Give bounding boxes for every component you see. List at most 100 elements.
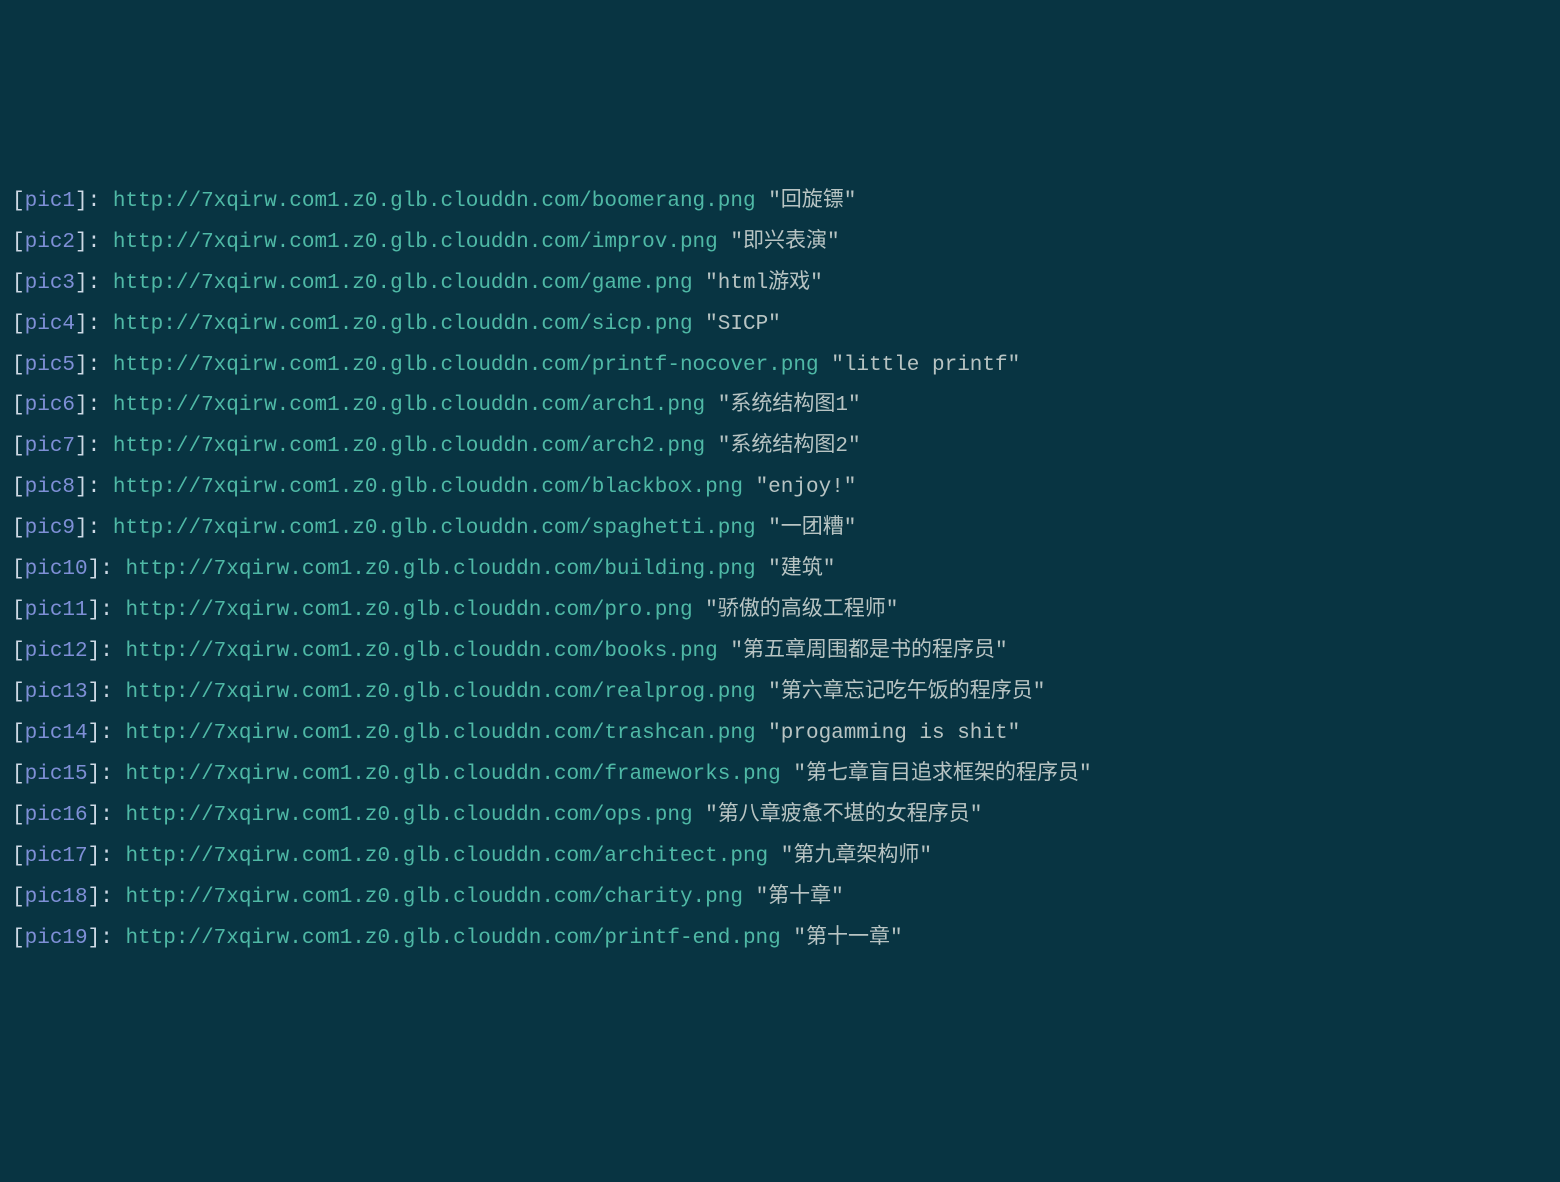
close-bracket: ] [75, 517, 88, 540]
reference-url: http://7xqirw.com1.z0.glb.clouddn.com/bl… [113, 476, 743, 499]
reference-title: "第五章周围都是书的程序员" [730, 640, 1007, 663]
reference-title: "html游戏" [705, 272, 823, 295]
close-bracket: ] [75, 354, 88, 377]
reference-label: pic9 [25, 517, 75, 540]
reference-url: http://7xqirw.com1.z0.glb.clouddn.com/sp… [113, 517, 756, 540]
reference-title: "enjoy!" [756, 476, 857, 499]
reference-label: pic3 [25, 272, 75, 295]
code-line[interactable]: [pic3]: http://7xqirw.com1.z0.glb.cloudd… [12, 264, 1548, 305]
reference-title: "第七章盲目追求框架的程序员" [793, 763, 1091, 786]
open-bracket: [ [12, 394, 25, 417]
reference-url: http://7xqirw.com1.z0.glb.clouddn.com/tr… [125, 722, 755, 745]
colon-separator: : [100, 599, 125, 622]
reference-url: http://7xqirw.com1.z0.glb.clouddn.com/fr… [125, 763, 780, 786]
open-bracket: [ [12, 558, 25, 581]
reference-url: http://7xqirw.com1.z0.glb.clouddn.com/pr… [113, 354, 819, 377]
close-bracket: ] [88, 640, 101, 663]
code-line[interactable]: [pic19]: http://7xqirw.com1.z0.glb.cloud… [12, 919, 1548, 960]
reference-title: "一团糟" [768, 517, 856, 540]
reference-title: "第九章架构师" [781, 845, 932, 868]
reference-url: http://7xqirw.com1.z0.glb.clouddn.com/bo… [113, 190, 756, 213]
open-bracket: [ [12, 763, 25, 786]
code-line[interactable]: [pic7]: http://7xqirw.com1.z0.glb.cloudd… [12, 427, 1548, 468]
reference-label: pic18 [25, 886, 88, 909]
open-bracket: [ [12, 681, 25, 704]
open-bracket: [ [12, 190, 25, 213]
reference-url: http://7xqirw.com1.z0.glb.clouddn.com/ga… [113, 272, 693, 295]
reference-label: pic6 [25, 394, 75, 417]
open-bracket: [ [12, 272, 25, 295]
reference-label: pic14 [25, 722, 88, 745]
close-bracket: ] [88, 804, 101, 827]
open-bracket: [ [12, 599, 25, 622]
reference-title: "回旋镖" [768, 190, 856, 213]
code-line[interactable]: [pic1]: http://7xqirw.com1.z0.glb.cloudd… [12, 182, 1548, 223]
reference-url: http://7xqirw.com1.z0.glb.clouddn.com/re… [125, 681, 755, 704]
colon-separator: : [88, 272, 113, 295]
colon-separator: : [88, 435, 113, 458]
code-line[interactable]: [pic15]: http://7xqirw.com1.z0.glb.cloud… [12, 755, 1548, 796]
code-line[interactable]: [pic16]: http://7xqirw.com1.z0.glb.cloud… [12, 796, 1548, 837]
code-line[interactable]: [pic8]: http://7xqirw.com1.z0.glb.cloudd… [12, 468, 1548, 509]
open-bracket: [ [12, 927, 25, 950]
code-editor[interactable]: [pic1]: http://7xqirw.com1.z0.glb.cloudd… [12, 182, 1548, 960]
code-line[interactable]: [pic10]: http://7xqirw.com1.z0.glb.cloud… [12, 550, 1548, 591]
reference-title: "系统结构图1" [718, 394, 861, 417]
open-bracket: [ [12, 435, 25, 458]
code-line[interactable]: [pic4]: http://7xqirw.com1.z0.glb.cloudd… [12, 305, 1548, 346]
code-line[interactable]: [pic2]: http://7xqirw.com1.z0.glb.cloudd… [12, 223, 1548, 264]
code-line[interactable]: [pic17]: http://7xqirw.com1.z0.glb.cloud… [12, 837, 1548, 878]
colon-separator: : [100, 927, 125, 950]
open-bracket: [ [12, 517, 25, 540]
colon-separator: : [100, 763, 125, 786]
code-line[interactable]: [pic12]: http://7xqirw.com1.z0.glb.cloud… [12, 632, 1548, 673]
colon-separator: : [88, 190, 113, 213]
code-line[interactable]: [pic13]: http://7xqirw.com1.z0.glb.cloud… [12, 673, 1548, 714]
reference-title: "第十章" [756, 886, 844, 909]
close-bracket: ] [75, 435, 88, 458]
reference-url: http://7xqirw.com1.z0.glb.clouddn.com/ar… [113, 394, 705, 417]
close-bracket: ] [88, 845, 101, 868]
open-bracket: [ [12, 354, 25, 377]
reference-url: http://7xqirw.com1.z0.glb.clouddn.com/ch… [125, 886, 743, 909]
code-line[interactable]: [pic5]: http://7xqirw.com1.z0.glb.cloudd… [12, 346, 1548, 387]
colon-separator: : [88, 354, 113, 377]
reference-url: http://7xqirw.com1.z0.glb.clouddn.com/op… [125, 804, 692, 827]
close-bracket: ] [75, 313, 88, 336]
open-bracket: [ [12, 886, 25, 909]
code-line[interactable]: [pic6]: http://7xqirw.com1.z0.glb.cloudd… [12, 386, 1548, 427]
close-bracket: ] [75, 231, 88, 254]
reference-url: http://7xqirw.com1.z0.glb.clouddn.com/pr… [125, 927, 780, 950]
close-bracket: ] [75, 272, 88, 295]
colon-separator: : [100, 845, 125, 868]
reference-url: http://7xqirw.com1.z0.glb.clouddn.com/bo… [125, 640, 717, 663]
reference-label: pic2 [25, 231, 75, 254]
open-bracket: [ [12, 722, 25, 745]
colon-separator: : [88, 517, 113, 540]
reference-label: pic5 [25, 354, 75, 377]
code-line[interactable]: [pic14]: http://7xqirw.com1.z0.glb.cloud… [12, 714, 1548, 755]
reference-url: http://7xqirw.com1.z0.glb.clouddn.com/bu… [125, 558, 755, 581]
reference-title: "SICP" [705, 313, 781, 336]
code-line[interactable]: [pic9]: http://7xqirw.com1.z0.glb.cloudd… [12, 509, 1548, 550]
colon-separator: : [88, 231, 113, 254]
reference-label: pic16 [25, 804, 88, 827]
reference-label: pic12 [25, 640, 88, 663]
reference-label: pic7 [25, 435, 75, 458]
open-bracket: [ [12, 845, 25, 868]
reference-title: "progamming is shit" [768, 722, 1020, 745]
reference-label: pic11 [25, 599, 88, 622]
colon-separator: : [100, 681, 125, 704]
colon-separator: : [100, 886, 125, 909]
reference-title: "第十一章" [793, 927, 902, 950]
code-line[interactable]: [pic18]: http://7xqirw.com1.z0.glb.cloud… [12, 878, 1548, 919]
reference-title: "骄傲的高级工程师" [705, 599, 898, 622]
code-line[interactable]: [pic11]: http://7xqirw.com1.z0.glb.cloud… [12, 591, 1548, 632]
reference-title: "little printf" [831, 354, 1020, 377]
reference-label: pic4 [25, 313, 75, 336]
reference-url: http://7xqirw.com1.z0.glb.clouddn.com/si… [113, 313, 693, 336]
close-bracket: ] [88, 886, 101, 909]
reference-label: pic8 [25, 476, 75, 499]
close-bracket: ] [88, 722, 101, 745]
reference-label: pic17 [25, 845, 88, 868]
